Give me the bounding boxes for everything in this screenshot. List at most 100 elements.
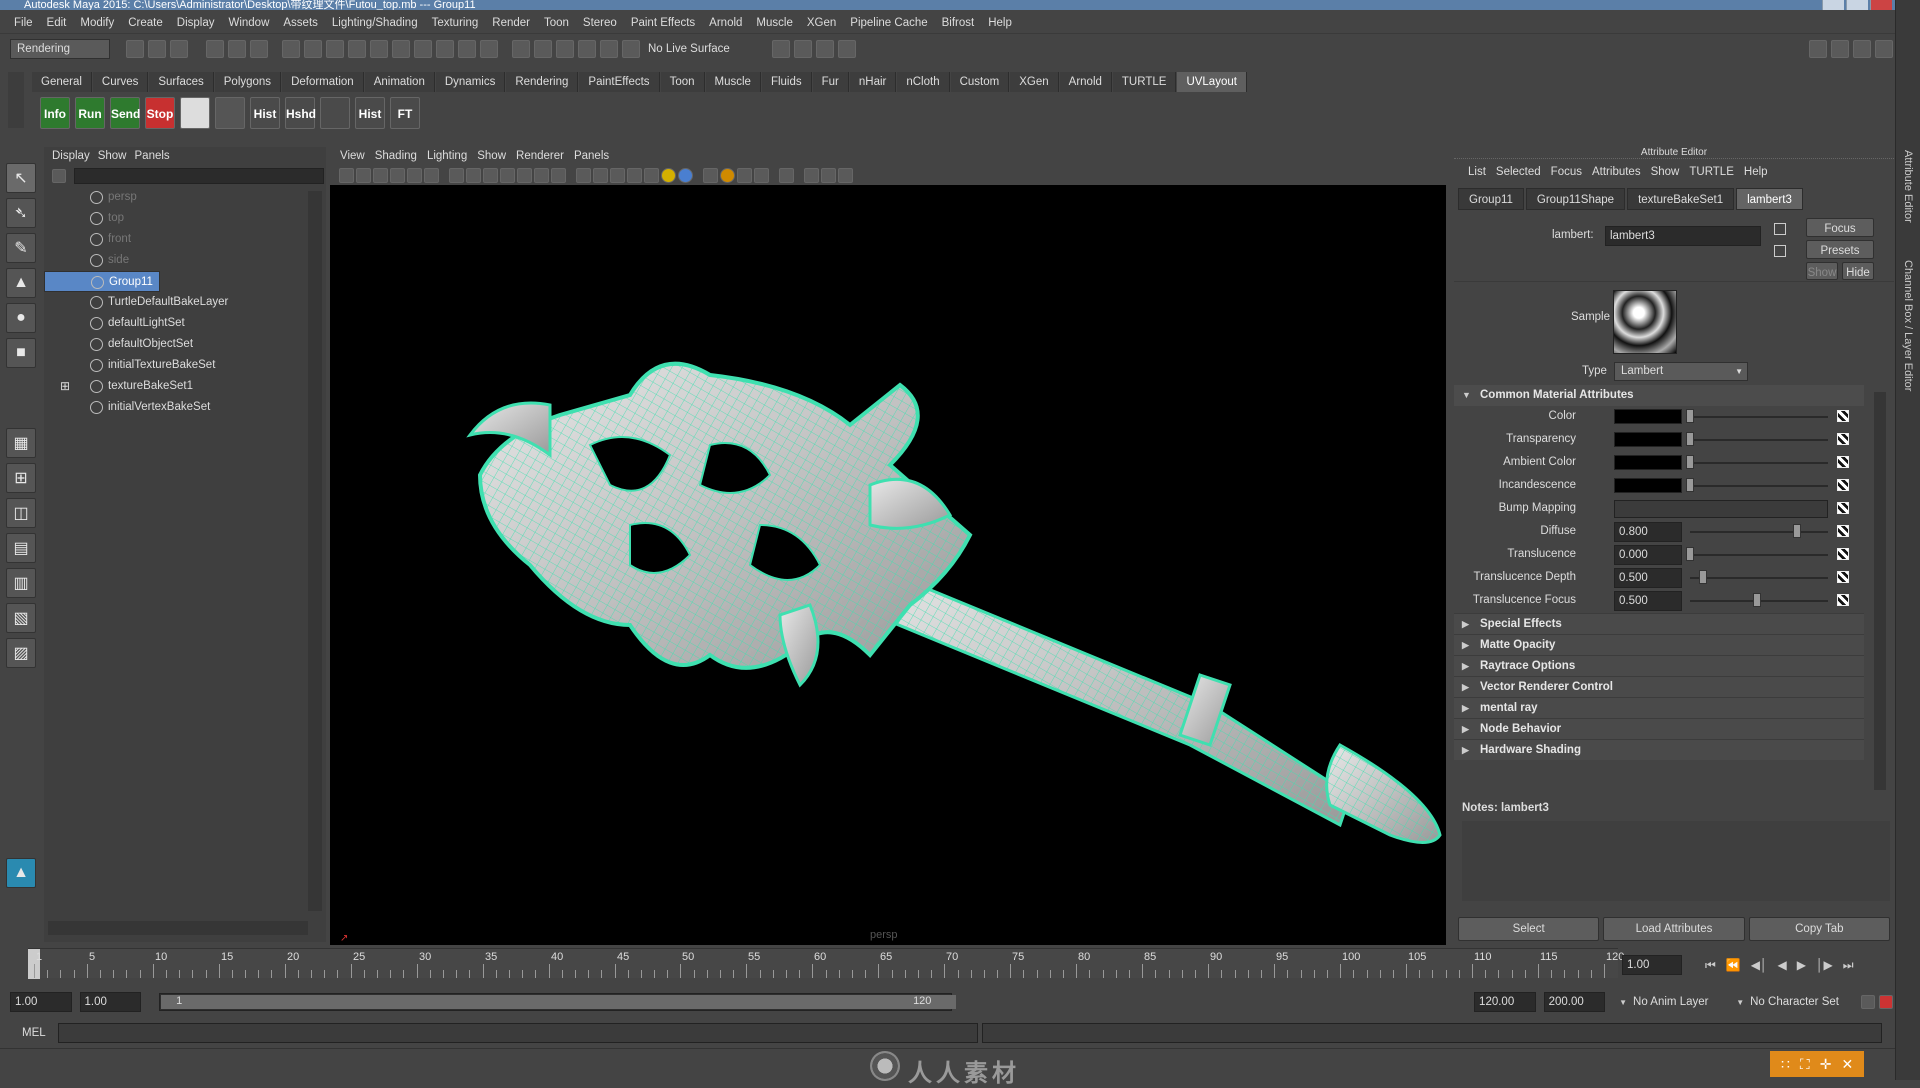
shelf-button-hist[interactable]: Hist (250, 97, 280, 129)
lock-icon[interactable] (458, 39, 476, 58)
command-language-label[interactable]: MEL (22, 1027, 54, 1039)
bookmark-icon[interactable] (373, 167, 388, 183)
ae-menu-focus[interactable]: Focus (1551, 166, 1582, 178)
ae-tab-lambert3[interactable]: lambert3 (1736, 188, 1803, 210)
single-perspective-layout-icon[interactable]: ▦ (6, 428, 36, 458)
value-field[interactable]: 0.500 (1614, 568, 1682, 588)
snap-live-icon[interactable] (370, 39, 388, 58)
shelf-tab-fur[interactable]: Fur (812, 72, 849, 92)
minimize-button[interactable] (1822, 0, 1844, 10)
outliner-item-front[interactable]: front (44, 229, 312, 250)
outliner-hscrollbar[interactable] (48, 921, 308, 935)
map-button-icon[interactable] (1837, 456, 1849, 468)
menu-assets[interactable]: Assets (283, 17, 318, 29)
grid-dots-icon[interactable]: ∷ (1781, 1056, 1790, 1073)
outliner-vscrollbar[interactable] (308, 191, 322, 911)
textured-icon[interactable] (644, 167, 659, 183)
map-button-icon[interactable] (1837, 410, 1849, 422)
shelf-tab-turtle[interactable]: TURTLE (1112, 72, 1177, 92)
use-all-lights-icon[interactable] (661, 167, 676, 183)
shelf-tab-toon[interactable]: Toon (660, 72, 705, 92)
map-button-icon[interactable] (1837, 502, 1849, 514)
section-node-behavior[interactable]: ▶ Node Behavior (1454, 718, 1864, 739)
auto-key-icon[interactable] (1861, 995, 1876, 1009)
shelf-button-tool-8[interactable] (320, 97, 350, 129)
menu-window[interactable]: Window (228, 17, 269, 29)
viewport-canvas[interactable]: ↗ persp (330, 185, 1446, 945)
ae-select-button[interactable]: Select (1458, 917, 1600, 941)
menu-file[interactable]: File (14, 17, 33, 29)
smooth-shade-icon[interactable] (593, 167, 608, 183)
move-tool-icon[interactable]: ▲ (6, 268, 36, 298)
menu-help[interactable]: Help (988, 17, 1012, 29)
presets-button[interactable]: Presets (1806, 240, 1874, 259)
shelf-tab-general[interactable]: General (32, 72, 92, 92)
four-view-layout-icon[interactable]: ⊞ (6, 463, 36, 493)
select-component-icon[interactable] (250, 39, 268, 58)
channel-box-side-tab[interactable]: Channel Box / Layer Editor (1902, 260, 1914, 391)
anim-layer-arrow-icon[interactable]: ▼ (1619, 998, 1627, 1007)
magnet-icon[interactable] (622, 39, 640, 58)
menu-edit[interactable]: Edit (47, 17, 67, 29)
outliner-filter-icon[interactable] (52, 169, 66, 183)
viewport-menu-view[interactable]: View (340, 150, 365, 162)
map-button-icon[interactable] (1837, 525, 1849, 537)
outliner-item-persp[interactable]: persp (44, 187, 312, 208)
menu-lighting-shading[interactable]: Lighting/Shading (332, 17, 418, 29)
toggle-panel-icon[interactable] (837, 39, 856, 58)
screen-space-ao-icon[interactable] (703, 167, 718, 183)
shelf-tab-animation[interactable]: Animation (364, 72, 435, 92)
menu-paint-effects[interactable]: Paint Effects (631, 17, 695, 29)
go-to-start-icon[interactable]: ⏮ (1705, 958, 1716, 973)
xray-icon[interactable] (627, 167, 642, 183)
ipr-render-icon[interactable] (534, 39, 552, 58)
common-material-section[interactable]: ▼ Common Material Attributes (1454, 385, 1864, 406)
output-connection-icon[interactable] (1774, 245, 1786, 257)
anim-layer-select[interactable]: No Anim Layer (1633, 996, 1732, 1008)
section-matte-opacity[interactable]: ▶ Matte Opacity (1454, 634, 1864, 655)
shelf-tab-custom[interactable]: Custom (950, 72, 1010, 92)
color-swatch[interactable] (1614, 432, 1682, 447)
depth-of-field-icon[interactable] (754, 167, 769, 183)
slider-track[interactable] (1690, 554, 1828, 556)
shelf-tab-muscle[interactable]: Muscle (705, 72, 761, 92)
shelf-tab-dynamics[interactable]: Dynamics (435, 72, 506, 92)
ae-menu-turtle[interactable]: TURTLE (1689, 166, 1734, 178)
map-button-icon[interactable] (1837, 548, 1849, 560)
safe-action-icon[interactable] (534, 167, 549, 183)
camera-select-icon[interactable] (339, 167, 354, 183)
map-button-icon[interactable] (1837, 594, 1849, 606)
shelf-menu-button[interactable] (8, 72, 24, 128)
shelf-tab-curves[interactable]: Curves (92, 72, 149, 92)
lasso-tool-icon[interactable]: ➴ (6, 198, 36, 228)
snap-point-icon[interactable] (326, 39, 344, 58)
hypershade-icon[interactable] (578, 39, 596, 58)
viewport-menu-panels[interactable]: Panels (574, 150, 609, 162)
viewport-menu-shading[interactable]: Shading (375, 150, 417, 162)
hypershade-layout-icon[interactable]: ▥ (6, 568, 36, 598)
input-output-icon[interactable] (480, 39, 498, 58)
section-vector-renderer-control[interactable]: ▶ Vector Renderer Control (1454, 676, 1864, 697)
shelf-tab-surfaces[interactable]: Surfaces (149, 72, 214, 92)
section-raytrace-options[interactable]: ▶ Raytrace Options (1454, 655, 1864, 676)
close-x-icon[interactable]: ✕ (1841, 1056, 1853, 1073)
motion-blur-icon[interactable] (720, 167, 735, 183)
viewport-menu-lighting[interactable]: Lighting (427, 150, 467, 162)
anti-aliasing-icon[interactable] (737, 167, 752, 183)
shadows-icon[interactable] (678, 167, 693, 183)
map-button-icon[interactable] (1837, 479, 1849, 491)
ae-copy-tab-button[interactable]: Copy Tab (1748, 917, 1890, 941)
menu-pipeline-cache[interactable]: Pipeline Cache (850, 17, 927, 29)
slider-handle[interactable] (1686, 409, 1694, 423)
shelf-button-stop[interactable]: Stop (145, 97, 175, 129)
slider-track[interactable] (1690, 485, 1828, 487)
outliner-item-top[interactable]: top (44, 208, 312, 229)
step-back-key-icon[interactable]: ⏪ (1726, 958, 1741, 972)
rotate-tool-icon[interactable]: ● (6, 303, 36, 333)
map-button-icon[interactable] (1837, 571, 1849, 583)
current-frame-field[interactable]: 1.00 (1622, 955, 1682, 975)
time-slider[interactable]: 1 5 10 15 20 25 30 35 40 45 50 55 60 65 70 75 80 85 90 95 10… (28, 948, 1624, 979)
range-bar[interactable]: 1 120 (159, 993, 957, 1011)
maximize-button[interactable] (1846, 0, 1868, 10)
playback-start-field[interactable]: 1.00 (79, 992, 142, 1012)
